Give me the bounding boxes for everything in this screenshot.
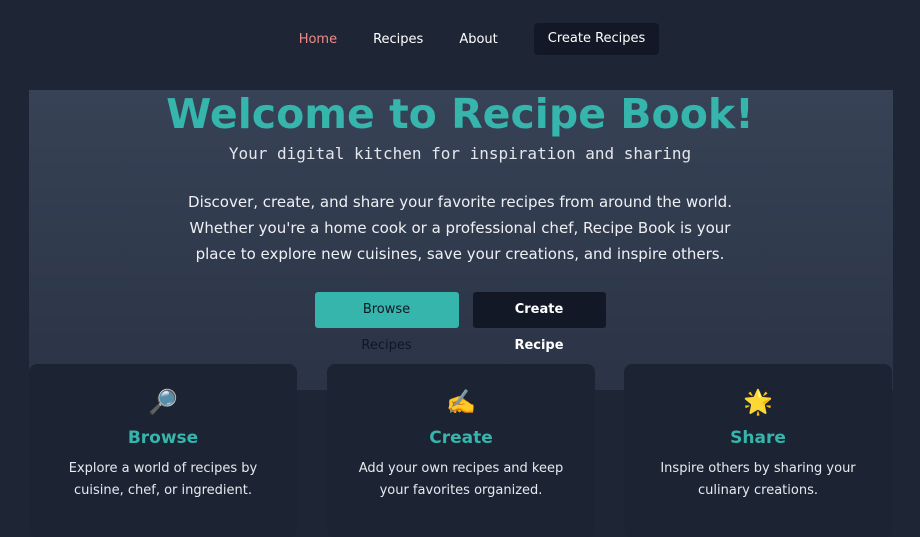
feature-card-title: Share bbox=[730, 428, 786, 448]
writing-hand-icon: ✍️ bbox=[446, 388, 476, 416]
feature-cards: 🔎 Browse Explore a world of recipes by c… bbox=[29, 364, 893, 537]
glowing-star-icon: 🌟 bbox=[743, 388, 773, 416]
hero-section: Welcome to Recipe Book! Your digital kit… bbox=[29, 90, 893, 390]
feature-card-create: ✍️ Create Add your own recipes and keep … bbox=[327, 364, 595, 537]
feature-card-title: Create bbox=[429, 428, 493, 448]
feature-card-text: Inspire others by sharing your culinary … bbox=[660, 461, 856, 498]
hero-description-line: Discover, create, and share your favorit… bbox=[188, 193, 732, 211]
hero-description-line: place to explore new cuisines, save your… bbox=[195, 245, 725, 263]
feature-card-share: 🌟 Share Inspire others by sharing your c… bbox=[624, 364, 892, 537]
browse-recipes-button[interactable]: Browse Recipes bbox=[314, 292, 459, 353]
hero-subtitle: Your digital kitchen for inspiration and… bbox=[228, 144, 692, 163]
nav-recipes-link[interactable]: Recipes bbox=[355, 32, 441, 47]
nav-about-link[interactable]: About bbox=[441, 32, 515, 47]
top-nav: Home Recipes About Create Recipes bbox=[0, 0, 920, 78]
hero-actions: Browse Recipes Create Recipe bbox=[0, 292, 920, 353]
hero-description-line: Whether you're a home cook or a professi… bbox=[189, 219, 731, 237]
nav-create-recipes-button[interactable]: Create Recipes bbox=[533, 23, 660, 55]
nav-links: Home Recipes About Create Recipes bbox=[281, 23, 660, 55]
nav-home-link[interactable]: Home bbox=[281, 32, 355, 47]
magnifier-icon: 🔎 bbox=[148, 388, 178, 416]
create-recipe-button[interactable]: Create Recipe bbox=[472, 292, 606, 353]
feature-card-browse: 🔎 Browse Explore a world of recipes by c… bbox=[29, 364, 297, 537]
feature-card-text: Add your own recipes and keep your favor… bbox=[358, 461, 564, 498]
feature-card-text: Explore a world of recipes by cuisine, c… bbox=[68, 461, 258, 498]
hero-title: Welcome to Recipe Book! bbox=[166, 90, 754, 138]
hero-description: Discover, create, and share your favorit… bbox=[0, 189, 920, 267]
feature-card-title: Browse bbox=[127, 428, 199, 448]
